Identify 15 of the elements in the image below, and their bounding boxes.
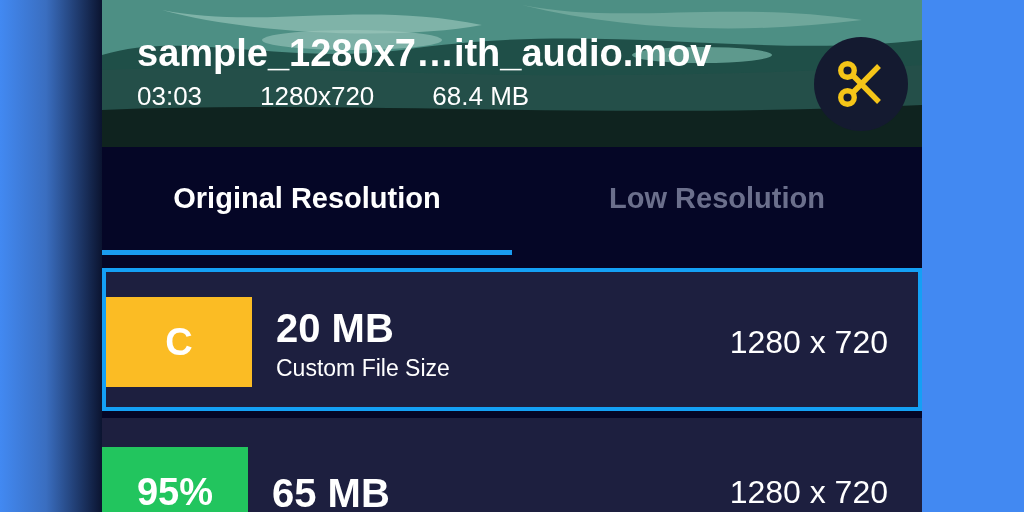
option-badge: C <box>106 297 252 387</box>
output-resolution: 1280 x 720 <box>729 473 888 511</box>
size-option[interactable]: 95% 65 MB 1280 x 720 <box>102 418 922 512</box>
output-resolution: 1280 x 720 <box>729 323 888 361</box>
resolution-tab[interactable]: Original Resolution <box>102 147 512 255</box>
option-badge: 95% <box>102 447 248 512</box>
video-title: sample_1280x7…ith_audio.mov <box>137 31 712 75</box>
option-description: Custom File Size <box>276 354 451 382</box>
video-resolution: 1280x720 <box>260 80 375 112</box>
video-size: 68.4 MB <box>432 80 530 112</box>
video-duration: 03:03 <box>137 80 203 112</box>
size-option[interactable]: C 20 MB Custom File Size 1280 x 720 <box>102 268 922 411</box>
file-size: 20 MB <box>276 305 395 351</box>
file-size: 65 MB <box>272 471 391 512</box>
resolution-tab[interactable]: Low Resolution <box>512 147 922 255</box>
